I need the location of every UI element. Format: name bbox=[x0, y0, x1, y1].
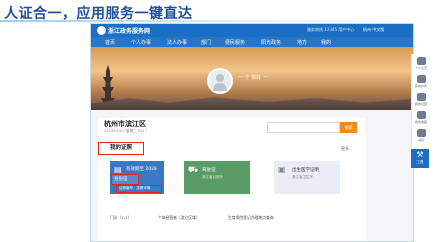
recent-link-3[interactable]: 生育保险登记办理地点查询 bbox=[228, 215, 274, 221]
tools-icon: ⚒ bbox=[416, 150, 424, 159]
id-card-icon: ▤ bbox=[114, 165, 122, 174]
region-title: 杭州市滨江区 bbox=[104, 120, 146, 128]
id-card-highlight: 身份证 bbox=[111, 174, 139, 185]
recent-link-1[interactable]: 门诊（1-1） bbox=[110, 215, 131, 221]
car-icon: ⛟ bbox=[188, 165, 199, 174]
nav-transparency[interactable]: 阳光政务 bbox=[261, 39, 281, 46]
my-licenses-heading[interactable]: 我的证照 bbox=[98, 142, 144, 155]
banner-hills bbox=[91, 97, 413, 110]
rail-messages[interactable]: 消息 bbox=[414, 128, 428, 146]
rail-label: 我的收藏 bbox=[414, 120, 427, 124]
tile-birth-certificate-sub: 浙江省卫生厅 bbox=[292, 175, 313, 179]
certificate-icon: ▣ bbox=[278, 165, 286, 174]
username: 一 个 你好 一 bbox=[238, 75, 268, 81]
slide-title-divider bbox=[0, 20, 443, 22]
rail-favorites[interactable]: 我的收藏 bbox=[414, 110, 428, 128]
search-button[interactable]: 搜索 bbox=[340, 122, 357, 133]
search-input[interactable] bbox=[267, 122, 340, 133]
site-logo-icon[interactable] bbox=[97, 26, 106, 35]
avatar[interactable] bbox=[207, 68, 233, 94]
main-nav: 首页 个人办事 法人办事 部门 便民服务 阳光政务 地方 我的 bbox=[91, 37, 413, 47]
nav-legal[interactable]: 法人办事 bbox=[167, 39, 187, 46]
tile-id-card-title: 身份证 bbox=[114, 177, 128, 182]
top-bar: 浙江政务服务网 服务热线 12345 用户中心 杭州 中文版 bbox=[91, 24, 413, 37]
rail-label: 我的证照 bbox=[414, 102, 427, 106]
tile-birth-certificate[interactable]: ▣ 出生医学证明 浙江省卫生厅 bbox=[274, 161, 340, 194]
rail-label: 个人主页 bbox=[414, 66, 427, 70]
star-icon bbox=[416, 111, 426, 119]
rail-licenses[interactable]: 我的证照 bbox=[414, 92, 428, 110]
nav-home[interactable]: 首页 bbox=[105, 39, 115, 46]
rail-home[interactable]: 个人主页 bbox=[414, 56, 428, 74]
browser-screenshot: 浙江政务服务网 服务热线 12345 用户中心 杭州 中文版 首页 个人办事 法… bbox=[90, 23, 414, 242]
site-brand[interactable]: 浙江政务服务网 bbox=[108, 26, 150, 35]
rail-tools[interactable]: ⚒ 工具 bbox=[411, 149, 429, 168]
nav-local[interactable]: 地方 bbox=[297, 39, 307, 46]
nav-dept[interactable]: 部门 bbox=[201, 39, 211, 46]
nav-mine[interactable]: 我的 bbox=[321, 39, 331, 46]
tile-driver-license-sub: 浙江省公安厅 bbox=[202, 175, 223, 179]
document-icon bbox=[416, 75, 426, 83]
tile-birth-certificate-title: 出生医学证明 bbox=[292, 168, 319, 173]
nav-convenience[interactable]: 便民服务 bbox=[225, 39, 245, 46]
home-icon bbox=[416, 57, 426, 65]
more-link[interactable]: 更多 bbox=[341, 146, 349, 152]
tile-id-card[interactable]: ▤ 有效期至 2028 身份证 证照编号 · 查看详情 bbox=[110, 161, 164, 194]
tile-driver-license[interactable]: ⛟ 驾驶证 浙江省公安厅 bbox=[184, 161, 250, 194]
rail-label: 消息 bbox=[417, 138, 424, 142]
rail-label: 我的办件 bbox=[414, 84, 427, 88]
recent-links: 门诊（1-1） 个体经营者（滨江区域） 生育保险登记办理地点查询 bbox=[110, 215, 340, 225]
nav-personal[interactable]: 个人办事 bbox=[131, 39, 151, 46]
rail-cases[interactable]: 我的办件 bbox=[414, 74, 428, 92]
hotline-text[interactable]: 服务热线 12345 用户中心 bbox=[307, 27, 354, 33]
message-icon bbox=[416, 129, 426, 137]
site-switch[interactable]: 杭州 中文版 bbox=[363, 27, 384, 33]
avatar-head-icon bbox=[216, 74, 224, 82]
recent-link-2[interactable]: 个体经营者（滨江区域） bbox=[158, 215, 200, 221]
license-icon bbox=[416, 93, 426, 101]
id-card-detail-highlight: 证照编号 · 查看详情 bbox=[116, 185, 162, 193]
avatar-body-icon bbox=[213, 83, 227, 91]
rail-tools-label: 工具 bbox=[416, 160, 424, 164]
tile-id-card-detail: 证照编号 · 查看详情 bbox=[119, 186, 151, 190]
tile-driver-license-title: 驾驶证 bbox=[202, 168, 216, 173]
region-date: 2019/01/01 星期二 2017 bbox=[104, 129, 147, 133]
tile-id-card-sub: 有效期至 2028 bbox=[126, 167, 157, 172]
